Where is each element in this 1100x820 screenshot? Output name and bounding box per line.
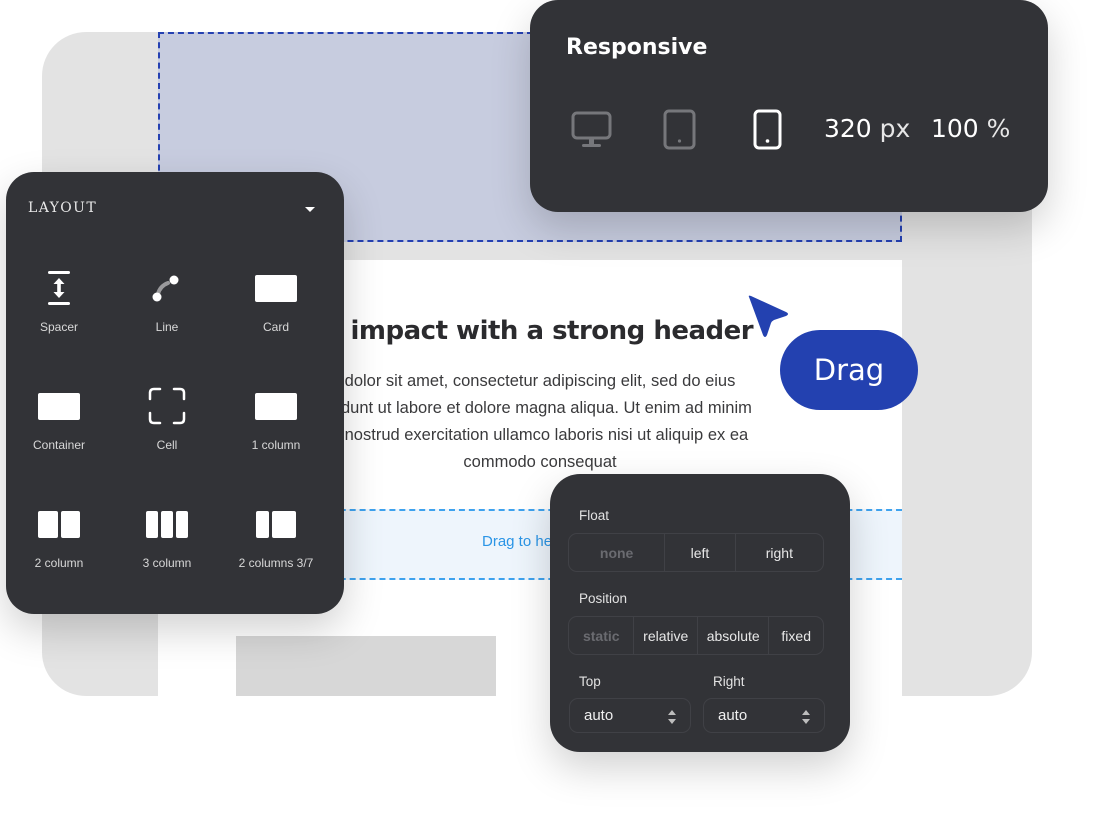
desktop-icon xyxy=(571,111,612,147)
float-option-left[interactable]: left xyxy=(664,534,734,571)
top-label: Top xyxy=(579,674,601,689)
layout-item-label: Line xyxy=(155,320,179,334)
responsive-title: Responsive xyxy=(566,35,708,60)
three-column-icon xyxy=(146,506,188,542)
right-value-select[interactable]: auto xyxy=(703,698,825,733)
zoom-value: 100 xyxy=(931,114,979,143)
right-value: auto xyxy=(718,707,748,724)
position-option-absolute[interactable]: absolute xyxy=(696,617,768,654)
layout-item-label: Container xyxy=(32,438,86,452)
pointer-cursor-icon xyxy=(748,295,788,337)
position-option-relative[interactable]: relative xyxy=(633,617,697,654)
layout-item-2-column[interactable]: 2 column xyxy=(5,506,113,596)
layout-item-label: 2 column xyxy=(34,556,84,570)
float-option-right[interactable]: right xyxy=(734,534,823,571)
caret-down-icon[interactable] xyxy=(305,207,315,212)
float-label: Float xyxy=(579,508,610,523)
width-unit: px xyxy=(879,114,911,143)
position-option-static[interactable]: static xyxy=(569,617,633,654)
layout-item-spacer[interactable]: Spacer xyxy=(5,270,113,360)
top-value-select[interactable]: auto xyxy=(569,698,691,733)
layout-item-label: Spacer xyxy=(39,320,79,334)
drag-badge[interactable]: Drag xyxy=(780,330,918,410)
layout-item-line[interactable]: Line xyxy=(113,270,221,360)
placeholder-block xyxy=(236,636,496,696)
layout-item-label: 1 column xyxy=(251,438,301,452)
desktop-device-button[interactable] xyxy=(570,108,614,152)
mobile-icon xyxy=(753,109,782,150)
right-label: Right xyxy=(713,674,745,689)
layout-item-card[interactable]: Card xyxy=(222,270,330,360)
one-column-icon xyxy=(255,392,297,420)
zoom-unit: % xyxy=(986,114,1011,143)
line-icon xyxy=(152,275,179,302)
layout-panel-title: LAYOUT xyxy=(28,200,98,216)
width-readout[interactable]: 320 px xyxy=(824,114,910,143)
top-value: auto xyxy=(584,707,614,724)
sort-arrows-icon xyxy=(802,710,810,724)
drop-hint-text: Drag to he xyxy=(482,533,553,550)
width-value: 320 xyxy=(824,114,872,143)
layout-item-container[interactable]: Container xyxy=(5,388,113,478)
position-label: Position xyxy=(579,591,628,606)
responsive-panel: Responsive 320 px 100 % xyxy=(530,0,1048,212)
layout-panel: LAYOUT Spacer Line Card Container Cell 1… xyxy=(6,172,344,614)
tablet-device-button[interactable] xyxy=(660,108,704,152)
zoom-readout[interactable]: 100 % xyxy=(931,114,1010,143)
layout-item-label: 3 column xyxy=(142,556,192,570)
two-column-icon xyxy=(38,506,80,542)
float-segmented-control: none left right xyxy=(568,533,824,572)
mobile-device-button[interactable] xyxy=(750,108,794,152)
spacer-icon xyxy=(48,271,70,305)
container-icon xyxy=(38,392,80,420)
layout-item-2-columns-3-7[interactable]: 2 columns 3/7 xyxy=(222,506,330,596)
layout-item-cell[interactable]: Cell xyxy=(113,387,221,478)
position-option-fixed[interactable]: fixed xyxy=(768,617,823,654)
layout-item-3-column[interactable]: 3 column xyxy=(113,506,221,596)
tablet-icon xyxy=(663,109,696,150)
position-segmented-control: static relative absolute fixed xyxy=(568,616,824,655)
layout-item-1-column[interactable]: 1 column xyxy=(222,388,330,478)
card-icon xyxy=(255,274,297,302)
layout-item-label: 2 columns 3/7 xyxy=(238,556,314,570)
cell-icon xyxy=(148,387,186,425)
layout-item-label: Cell xyxy=(156,438,178,452)
layout-item-label: Card xyxy=(262,320,289,334)
float-option-none[interactable]: none xyxy=(569,534,664,571)
sort-arrows-icon xyxy=(668,710,676,724)
two-columns-3-7-icon xyxy=(255,506,297,542)
